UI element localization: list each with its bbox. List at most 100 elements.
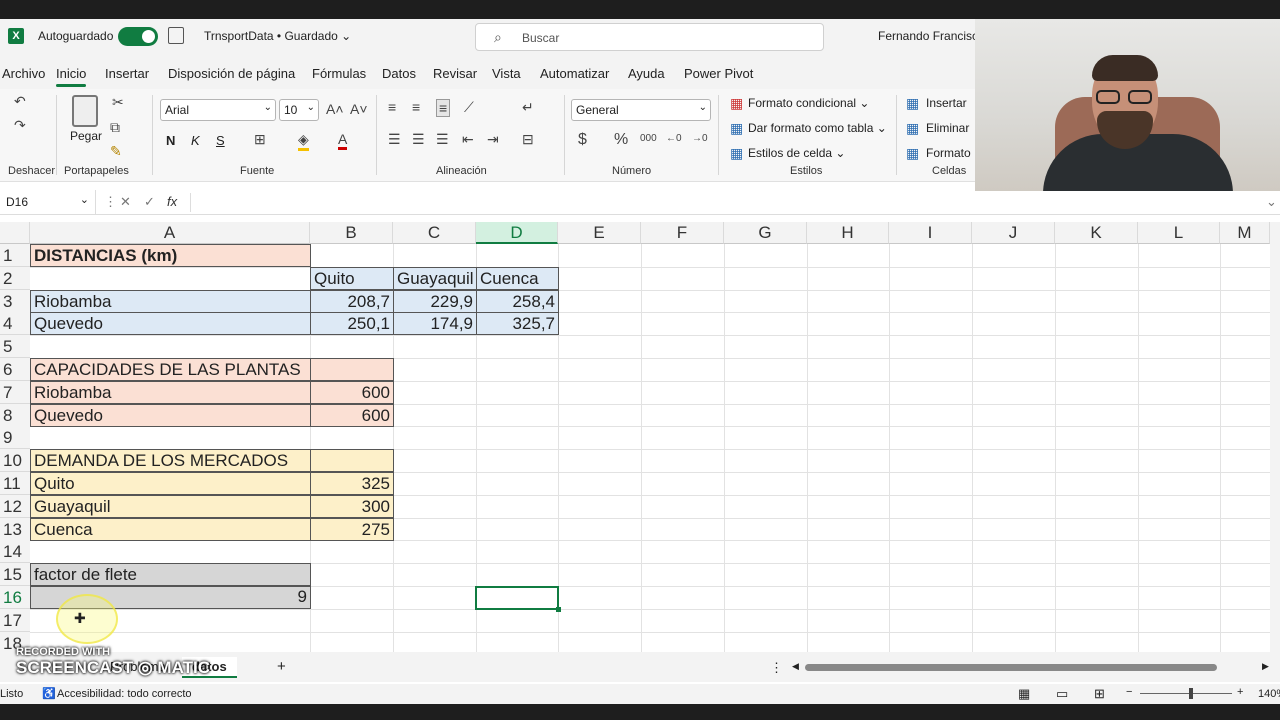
- format-table-button[interactable]: Dar formato como tabla ⌄: [748, 121, 887, 135]
- increase-decimal-icon[interactable]: ←0: [666, 133, 682, 144]
- column-header-d[interactable]: D: [476, 222, 558, 244]
- cancel-icon[interactable]: ✕: [120, 194, 131, 210]
- search-box[interactable]: ⌕ Buscar: [475, 23, 824, 51]
- cell-b10[interactable]: [310, 449, 394, 473]
- page-layout-icon[interactable]: ▭: [1056, 686, 1068, 702]
- column-header-e[interactable]: E: [558, 222, 641, 244]
- row-header-7[interactable]: 7: [0, 380, 30, 404]
- row-header-15[interactable]: 15: [0, 563, 30, 587]
- align-center-icon[interactable]: ☰: [412, 131, 425, 148]
- increase-font-icon[interactable]: A˄: [326, 101, 344, 117]
- row-header-12[interactable]: 12: [0, 494, 30, 518]
- cell-a2[interactable]: [30, 267, 311, 290]
- row-header-6[interactable]: 6: [0, 358, 30, 381]
- row-header-2[interactable]: 2: [0, 266, 30, 290]
- cell-b7[interactable]: 600: [310, 380, 394, 404]
- row-header-16[interactable]: 16: [0, 586, 30, 609]
- menu-automatizar[interactable]: Automatizar: [540, 66, 609, 81]
- column-header-l[interactable]: L: [1138, 222, 1220, 244]
- cell-a1[interactable]: DISTANCIAS (km): [30, 244, 311, 267]
- horizontal-scrollbar[interactable]: [805, 664, 1217, 671]
- column-header-g[interactable]: G: [724, 222, 807, 244]
- fill-color-icon[interactable]: ◈: [298, 131, 309, 151]
- zoom-level[interactable]: 140%: [1258, 688, 1280, 700]
- insert-cells-button[interactable]: Insertar: [926, 96, 967, 110]
- column-header-b[interactable]: B: [310, 222, 393, 244]
- undo-icon[interactable]: ↶: [14, 93, 26, 110]
- column-header-j[interactable]: J: [972, 222, 1055, 244]
- delete-cells-button[interactable]: Eliminar: [926, 121, 969, 135]
- accessibility-status[interactable]: Accesibilidad: todo correcto: [57, 688, 192, 700]
- merge-center-icon[interactable]: ⊟: [522, 131, 534, 148]
- font-size-select[interactable]: 10 ⌄: [279, 99, 319, 121]
- cell-a3[interactable]: Riobamba: [30, 289, 311, 313]
- redo-icon[interactable]: ↷: [14, 117, 26, 134]
- borders-icon[interactable]: ⊞: [254, 131, 266, 148]
- paste-icon[interactable]: [72, 95, 98, 127]
- menu-revisar[interactable]: Revisar: [433, 66, 477, 81]
- user-name[interactable]: Fernando Francisco: [878, 29, 985, 43]
- column-header-f[interactable]: F: [641, 222, 724, 244]
- menu-datos[interactable]: Datos: [382, 66, 416, 81]
- row-header-11[interactable]: 11: [0, 472, 30, 495]
- italic-button[interactable]: K: [191, 133, 200, 148]
- zoom-slider-thumb[interactable]: [1189, 688, 1193, 699]
- normal-view-icon[interactable]: ▦: [1018, 686, 1030, 702]
- menu-archivo[interactable]: Archivo: [2, 66, 45, 81]
- cell-b4[interactable]: 250,1: [310, 312, 394, 336]
- autosave-toggle[interactable]: [118, 27, 158, 46]
- row-header-5[interactable]: 5: [0, 335, 30, 359]
- cell-a15[interactable]: factor de flete: [30, 563, 311, 587]
- number-format-select[interactable]: General ⌄: [571, 99, 711, 121]
- cell-c2[interactable]: Guayaquil: [393, 266, 477, 290]
- menu-vista[interactable]: Vista: [492, 66, 521, 81]
- scroll-right-icon[interactable]: ▶: [1262, 661, 1269, 672]
- zoom-slider[interactable]: [1140, 693, 1232, 694]
- cut-icon[interactable]: ✂: [112, 94, 124, 111]
- align-right-icon[interactable]: ☰: [436, 131, 449, 148]
- worksheet-grid[interactable]: A B C D E F G H I J K L M 1 2 3 4 5 6 7 8 9 10 11 12 13 14 15 16 17 18…: [0, 222, 1270, 652]
- active-cell-d16[interactable]: [475, 586, 561, 612]
- cell-b16[interactable]: 9: [210, 586, 310, 609]
- expand-formula-icon[interactable]: ⌄: [1266, 194, 1277, 210]
- font-color-icon[interactable]: A: [338, 131, 348, 150]
- cell-d4[interactable]: 325,7: [476, 312, 559, 336]
- column-header-m[interactable]: M: [1220, 222, 1270, 244]
- cell-c4[interactable]: 174,9: [393, 312, 477, 336]
- align-middle-icon[interactable]: ≡: [412, 99, 420, 115]
- decrease-decimal-icon[interactable]: →0: [692, 133, 708, 144]
- page-break-icon[interactable]: ⊞: [1094, 686, 1105, 702]
- row-header-13[interactable]: 13: [0, 517, 30, 541]
- cell-d2[interactable]: Cuenca: [476, 266, 559, 290]
- paste-label[interactable]: Pegar: [70, 129, 102, 143]
- name-box[interactable]: D16 ⌄: [0, 190, 96, 215]
- bold-button[interactable]: N: [166, 133, 175, 148]
- row-header-3[interactable]: 3: [0, 289, 30, 313]
- cell-a13[interactable]: Cuenca: [30, 517, 311, 541]
- row-header-4[interactable]: 4: [0, 312, 30, 336]
- cell-styles-button[interactable]: Estilos de celda ⌄: [748, 146, 845, 160]
- column-header-c[interactable]: C: [393, 222, 476, 244]
- insert-function-icon[interactable]: fx: [167, 194, 177, 209]
- cell-a10[interactable]: DEMANDA DE LOS MERCADOS: [30, 449, 311, 473]
- menu-inicio[interactable]: Inicio: [56, 66, 87, 87]
- column-header-a[interactable]: A: [30, 222, 310, 244]
- row-header-1[interactable]: 1: [0, 244, 30, 267]
- cell-b13[interactable]: 275: [310, 517, 394, 541]
- menu-disposicion[interactable]: Disposición de página: [168, 66, 295, 81]
- row-header-17[interactable]: 17: [0, 608, 30, 632]
- cell-b11[interactable]: 325: [310, 472, 394, 495]
- cell-b2[interactable]: Quito: [310, 266, 394, 290]
- currency-icon[interactable]: $: [578, 131, 587, 149]
- cell-a12[interactable]: Guayaquil: [30, 494, 311, 518]
- cell-a4[interactable]: Quevedo: [30, 312, 311, 336]
- menu-ayuda[interactable]: Ayuda: [628, 66, 665, 81]
- enter-icon[interactable]: ✓: [144, 194, 155, 210]
- align-bottom-icon[interactable]: ≡: [436, 99, 451, 117]
- row-header-10[interactable]: 10: [0, 449, 30, 473]
- conditional-format-button[interactable]: Formato condicional ⌄: [748, 96, 869, 110]
- row-header-14[interactable]: 14: [0, 540, 30, 564]
- decrease-font-icon[interactable]: A˅: [350, 101, 368, 117]
- format-painter-icon[interactable]: ✎: [110, 143, 122, 160]
- cell-a8[interactable]: Quevedo: [30, 403, 311, 427]
